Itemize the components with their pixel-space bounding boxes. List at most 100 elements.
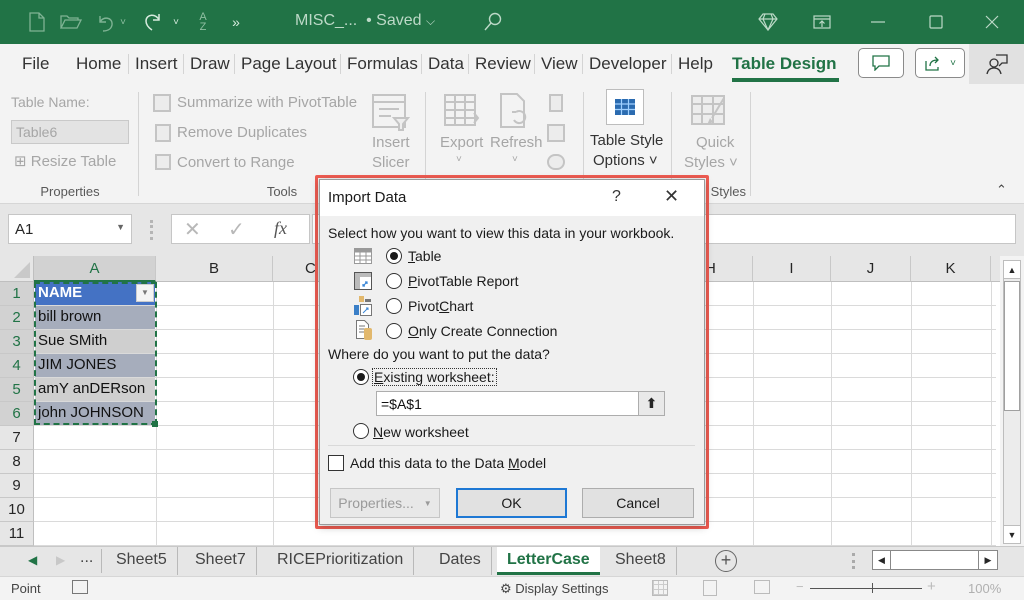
row-header[interactable]: 8 <box>0 450 34 474</box>
undo-dropdown-icon[interactable]: ˅ <box>118 10 128 34</box>
data-model-label[interactable]: Add this data to the Data Model <box>350 455 546 471</box>
window-title[interactable]: MISC_... • Saved ⌵ <box>295 12 435 30</box>
tab-formulas[interactable]: Formulas <box>340 54 420 74</box>
zoom-out-button[interactable]: − <box>796 579 804 594</box>
scroll-right-button[interactable]: ▶ <box>978 550 998 570</box>
radio-pivotchart[interactable] <box>386 298 402 314</box>
more-sheets-button[interactable]: ... <box>80 549 103 573</box>
table-style-options-button[interactable]: Table Style Options ˅ <box>587 86 667 172</box>
option-pivottable-label[interactable]: PivotTable Report <box>408 273 519 289</box>
tab-home[interactable]: Home <box>74 54 123 74</box>
refresh-button[interactable]: Refresh ˅ <box>490 92 543 172</box>
table-name-input[interactable]: Table6 <box>11 120 129 144</box>
radio-pivottable[interactable] <box>386 273 402 289</box>
ok-button[interactable]: OK <box>456 488 567 518</box>
dialog-close-button[interactable]: ✕ <box>664 186 679 207</box>
maximize-button[interactable] <box>916 8 956 36</box>
tab-splitter[interactable] <box>852 553 855 569</box>
row-header[interactable]: 5 <box>0 378 34 402</box>
coauthoring-button[interactable] <box>969 44 1024 84</box>
row-header[interactable]: 6 <box>0 402 34 426</box>
sheet-tab[interactable]: RICEPrioritization <box>267 547 415 575</box>
zoom-slider[interactable] <box>810 588 922 589</box>
tab-page-layout[interactable]: Page Layout <box>234 54 338 74</box>
sheet-tab[interactable]: Dates <box>429 547 492 575</box>
radio-only-connection[interactable] <box>386 323 402 339</box>
remove-duplicates-button[interactable]: Remove Duplicates <box>177 124 307 141</box>
row-header[interactable]: 7 <box>0 426 34 450</box>
row-header[interactable]: 9 <box>0 474 34 498</box>
zoom-slider-thumb[interactable] <box>872 583 873 593</box>
tab-help[interactable]: Help <box>671 54 715 74</box>
sheet-tab[interactable]: Sheet5 <box>106 547 178 575</box>
add-sheet-button[interactable]: + <box>715 550 737 572</box>
column-header[interactable]: A <box>34 256 156 282</box>
collapse-dialog-button[interactable]: ⬆ <box>638 392 664 415</box>
redo-dropdown-icon[interactable]: ˅ <box>170 10 182 34</box>
collapse-ribbon-icon[interactable]: ⌃ <box>996 182 1007 198</box>
undo-icon[interactable] <box>94 10 116 34</box>
tab-file[interactable]: File <box>20 54 51 74</box>
scroll-down-button[interactable]: ▼ <box>1004 525 1020 543</box>
quick-styles-button[interactable]: Quick Styles ˅ <box>678 92 742 172</box>
option-table-label[interactable]: Table <box>408 248 441 264</box>
select-all-button[interactable] <box>0 256 34 282</box>
fill-handle[interactable] <box>152 421 158 427</box>
new-file-icon[interactable] <box>26 10 48 34</box>
page-layout-view-icon[interactable] <box>703 580 717 596</box>
properties-button[interactable]: Properties... ▼ <box>330 488 440 518</box>
scroll-up-button[interactable]: ▲ <box>1004 261 1020 279</box>
insert-slicer-button[interactable]: Insert Slicer <box>368 92 412 171</box>
resize-table-button[interactable]: ⊞ Resize Table <box>14 152 116 170</box>
option-pivotchart-label[interactable]: PivotChart <box>408 298 473 314</box>
tab-data[interactable]: Data <box>421 54 466 74</box>
tab-draw[interactable]: Draw <box>183 54 232 74</box>
column-header[interactable]: K <box>911 256 991 282</box>
enter-formula-icon[interactable]: ✓ <box>228 217 245 242</box>
radio-new-worksheet[interactable] <box>353 423 369 439</box>
comments-button[interactable] <box>858 48 904 78</box>
row-header[interactable]: 10 <box>0 498 34 522</box>
cancel-button[interactable]: Cancel <box>582 488 694 518</box>
scroll-left-button[interactable]: ◀ <box>873 551 891 569</box>
vertical-scrollbar[interactable]: ▲ ▼ <box>1003 260 1021 544</box>
sheet-tab[interactable]: Sheet8 <box>605 547 677 575</box>
cancel-formula-icon[interactable]: ✕ <box>184 217 201 242</box>
sheet-tab-active[interactable]: LetterCase <box>497 547 600 575</box>
row-header[interactable]: 1 <box>0 282 34 306</box>
search-icon[interactable] <box>482 10 504 34</box>
sort-icon[interactable]: AZ <box>190 10 216 34</box>
row-header[interactable]: 3 <box>0 330 34 354</box>
scroll-tabs-right-icon[interactable]: ▶ <box>56 553 65 567</box>
horizontal-scrollbar[interactable]: ◀ <box>872 550 986 570</box>
row-header[interactable]: 4 <box>0 354 34 378</box>
more-commands-icon[interactable]: » <box>228 10 244 34</box>
open-folder-icon[interactable] <box>58 10 84 34</box>
ribbon-display-icon[interactable] <box>802 8 842 36</box>
name-box[interactable]: A1 ▼ <box>8 214 132 244</box>
column-header[interactable]: J <box>831 256 911 282</box>
accessibility-icon[interactable] <box>72 580 88 594</box>
page-break-view-icon[interactable] <box>754 580 770 594</box>
new-worksheet-label[interactable]: New worksheet <box>373 424 469 440</box>
insert-function-icon[interactable]: fx <box>274 218 287 239</box>
normal-view-icon[interactable] <box>652 580 668 596</box>
column-header[interactable]: B <box>156 256 273 282</box>
data-model-checkbox[interactable] <box>328 455 344 471</box>
tab-view[interactable]: View <box>534 54 580 74</box>
scroll-tabs-left-icon[interactable]: ◀ <box>28 553 37 567</box>
open-in-browser-icon[interactable] <box>547 124 565 142</box>
convert-to-range-button[interactable]: Convert to Range <box>177 154 295 171</box>
scroll-thumb[interactable] <box>1004 281 1020 411</box>
column-header[interactable]: H <box>703 256 753 282</box>
range-input[interactable]: =$A$1 ⬆ <box>376 391 665 416</box>
help-button[interactable]: ? <box>612 188 621 206</box>
sheet-tab[interactable]: Sheet7 <box>185 547 257 575</box>
tab-table-design[interactable]: Table Design <box>730 54 839 82</box>
minimize-button[interactable] <box>858 8 898 36</box>
share-button[interactable]: ˅ <box>915 48 965 78</box>
properties-icon[interactable] <box>549 94 563 112</box>
row-header[interactable]: 2 <box>0 306 34 330</box>
export-button[interactable]: Export ˅ <box>440 92 484 172</box>
row-header[interactable]: 11 <box>0 522 34 546</box>
